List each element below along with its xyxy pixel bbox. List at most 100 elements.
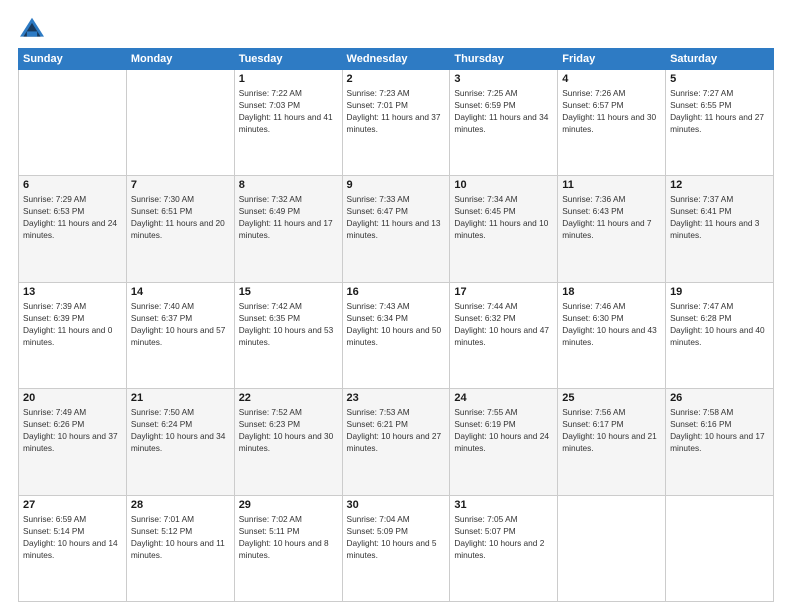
cell-1-6: 4 Sunrise: 7:26 AM Sunset: 6:57 PM Daylig… bbox=[558, 70, 666, 176]
logo-icon bbox=[18, 16, 46, 40]
day-number: 19 bbox=[670, 286, 769, 298]
day-number: 20 bbox=[23, 392, 122, 404]
page: SundayMondayTuesdayWednesdayThursdayFrid… bbox=[0, 0, 792, 612]
cell-info: Sunrise: 7:27 AM Sunset: 6:55 PM Dayligh… bbox=[670, 87, 769, 135]
cell-2-5: 10 Sunrise: 7:34 AM Sunset: 6:45 PM Dayli… bbox=[450, 176, 558, 282]
cell-info: Sunrise: 7:52 AM Sunset: 6:23 PM Dayligh… bbox=[239, 406, 338, 454]
cell-info: Sunrise: 7:29 AM Sunset: 6:53 PM Dayligh… bbox=[23, 193, 122, 241]
week-row-4: 20 Sunrise: 7:49 AM Sunset: 6:26 PM Dayli… bbox=[19, 389, 774, 495]
cell-3-7: 19 Sunrise: 7:47 AM Sunset: 6:28 PM Dayli… bbox=[666, 282, 774, 388]
cell-5-2: 28 Sunrise: 7:01 AM Sunset: 5:12 PM Dayli… bbox=[126, 495, 234, 601]
cell-info: Sunrise: 7:58 AM Sunset: 6:16 PM Dayligh… bbox=[670, 406, 769, 454]
cell-info: Sunrise: 7:04 AM Sunset: 5:09 PM Dayligh… bbox=[347, 513, 446, 561]
cell-info: Sunrise: 7:39 AM Sunset: 6:39 PM Dayligh… bbox=[23, 300, 122, 348]
cell-info: Sunrise: 7:46 AM Sunset: 6:30 PM Dayligh… bbox=[562, 300, 661, 348]
cell-info: Sunrise: 7:32 AM Sunset: 6:49 PM Dayligh… bbox=[239, 193, 338, 241]
cell-info: Sunrise: 7:05 AM Sunset: 5:07 PM Dayligh… bbox=[454, 513, 553, 561]
cell-info: Sunrise: 7:37 AM Sunset: 6:41 PM Dayligh… bbox=[670, 193, 769, 241]
day-number: 22 bbox=[239, 392, 338, 404]
cell-5-6 bbox=[558, 495, 666, 601]
cell-4-4: 23Sunrise: 7:53 AM Sunset: 6:21 PM Dayli… bbox=[342, 389, 450, 495]
day-number: 30 bbox=[347, 499, 446, 511]
cell-5-5: 31 Sunrise: 7:05 AM Sunset: 5:07 PM Dayli… bbox=[450, 495, 558, 601]
cell-info: Sunrise: 7:49 AM Sunset: 6:26 PM Dayligh… bbox=[23, 406, 122, 454]
cell-2-3: 8 Sunrise: 7:32 AM Sunset: 6:49 PM Daylig… bbox=[234, 176, 342, 282]
col-header-monday: Monday bbox=[126, 49, 234, 70]
day-number: 1 bbox=[239, 73, 338, 85]
cell-3-6: 18 Sunrise: 7:46 AM Sunset: 6:30 PM Dayli… bbox=[558, 282, 666, 388]
day-number: 9 bbox=[347, 179, 446, 191]
cell-2-4: 9 Sunrise: 7:33 AM Sunset: 6:47 PM Daylig… bbox=[342, 176, 450, 282]
cell-3-3: 15Sunrise: 7:42 AM Sunset: 6:35 PM Dayli… bbox=[234, 282, 342, 388]
cell-3-2: 14 Sunrise: 7:40 AM Sunset: 6:37 PM Dayli… bbox=[126, 282, 234, 388]
week-row-3: 13 Sunrise: 7:39 AM Sunset: 6:39 PM Dayli… bbox=[19, 282, 774, 388]
calendar-table: SundayMondayTuesdayWednesdayThursdayFrid… bbox=[18, 48, 774, 602]
cell-5-3: 29 Sunrise: 7:02 AM Sunset: 5:11 PM Dayli… bbox=[234, 495, 342, 601]
day-number: 16 bbox=[347, 286, 446, 298]
cell-3-4: 16Sunrise: 7:43 AM Sunset: 6:34 PM Dayli… bbox=[342, 282, 450, 388]
cell-3-5: 17Sunrise: 7:44 AM Sunset: 6:32 PM Dayli… bbox=[450, 282, 558, 388]
day-number: 4 bbox=[562, 73, 661, 85]
cell-1-1 bbox=[19, 70, 127, 176]
cell-info: Sunrise: 7:30 AM Sunset: 6:51 PM Dayligh… bbox=[131, 193, 230, 241]
header bbox=[18, 16, 774, 40]
cell-info: Sunrise: 7:33 AM Sunset: 6:47 PM Dayligh… bbox=[347, 193, 446, 241]
cell-2-6: 11Sunrise: 7:36 AM Sunset: 6:43 PM Dayli… bbox=[558, 176, 666, 282]
cell-2-7: 12 Sunrise: 7:37 AM Sunset: 6:41 PM Dayli… bbox=[666, 176, 774, 282]
day-number: 17 bbox=[454, 286, 553, 298]
day-number: 31 bbox=[454, 499, 553, 511]
cell-1-4: 2Sunrise: 7:23 AM Sunset: 7:01 PM Daylig… bbox=[342, 70, 450, 176]
day-number: 2 bbox=[347, 73, 446, 85]
week-row-5: 27 Sunrise: 6:59 AM Sunset: 5:14 PM Dayli… bbox=[19, 495, 774, 601]
cell-info: Sunrise: 7:26 AM Sunset: 6:57 PM Dayligh… bbox=[562, 87, 661, 135]
cell-2-2: 7 Sunrise: 7:30 AM Sunset: 6:51 PM Daylig… bbox=[126, 176, 234, 282]
cell-3-1: 13 Sunrise: 7:39 AM Sunset: 6:39 PM Dayli… bbox=[19, 282, 127, 388]
week-row-1: 1 Sunrise: 7:22 AM Sunset: 7:03 PM Daylig… bbox=[19, 70, 774, 176]
day-number: 6 bbox=[23, 179, 122, 191]
cell-info: Sunrise: 7:36 AM Sunset: 6:43 PM Dayligh… bbox=[562, 193, 661, 241]
cell-info: Sunrise: 7:22 AM Sunset: 7:03 PM Dayligh… bbox=[239, 87, 338, 135]
col-header-friday: Friday bbox=[558, 49, 666, 70]
day-number: 13 bbox=[23, 286, 122, 298]
day-number: 10 bbox=[454, 179, 553, 191]
cell-4-1: 20 Sunrise: 7:49 AM Sunset: 6:26 PM Dayli… bbox=[19, 389, 127, 495]
cell-4-5: 24Sunrise: 7:55 AM Sunset: 6:19 PM Dayli… bbox=[450, 389, 558, 495]
col-header-saturday: Saturday bbox=[666, 49, 774, 70]
cell-2-1: 6 Sunrise: 7:29 AM Sunset: 6:53 PM Daylig… bbox=[19, 176, 127, 282]
day-number: 14 bbox=[131, 286, 230, 298]
day-number: 24 bbox=[454, 392, 553, 404]
cell-info: Sunrise: 7:25 AM Sunset: 6:59 PM Dayligh… bbox=[454, 87, 553, 135]
col-header-tuesday: Tuesday bbox=[234, 49, 342, 70]
cell-4-6: 25 Sunrise: 7:56 AM Sunset: 6:17 PM Dayli… bbox=[558, 389, 666, 495]
day-number: 23 bbox=[347, 392, 446, 404]
cell-1-7: 5 Sunrise: 7:27 AM Sunset: 6:55 PM Daylig… bbox=[666, 70, 774, 176]
day-number: 28 bbox=[131, 499, 230, 511]
col-header-thursday: Thursday bbox=[450, 49, 558, 70]
logo bbox=[18, 16, 50, 40]
day-number: 27 bbox=[23, 499, 122, 511]
day-number: 12 bbox=[670, 179, 769, 191]
cell-info: Sunrise: 7:40 AM Sunset: 6:37 PM Dayligh… bbox=[131, 300, 230, 348]
cell-1-3: 1 Sunrise: 7:22 AM Sunset: 7:03 PM Daylig… bbox=[234, 70, 342, 176]
day-number: 18 bbox=[562, 286, 661, 298]
cell-1-2 bbox=[126, 70, 234, 176]
day-number: 8 bbox=[239, 179, 338, 191]
day-number: 21 bbox=[131, 392, 230, 404]
day-number: 25 bbox=[562, 392, 661, 404]
day-number: 5 bbox=[670, 73, 769, 85]
cell-info: Sunrise: 7:01 AM Sunset: 5:12 PM Dayligh… bbox=[131, 513, 230, 561]
day-number: 3 bbox=[454, 73, 553, 85]
cell-info: Sunrise: 7:56 AM Sunset: 6:17 PM Dayligh… bbox=[562, 406, 661, 454]
cell-5-1: 27 Sunrise: 6:59 AM Sunset: 5:14 PM Dayli… bbox=[19, 495, 127, 601]
cell-info: Sunrise: 7:34 AM Sunset: 6:45 PM Dayligh… bbox=[454, 193, 553, 241]
week-row-2: 6 Sunrise: 7:29 AM Sunset: 6:53 PM Daylig… bbox=[19, 176, 774, 282]
cell-info: Sunrise: 7:47 AM Sunset: 6:28 PM Dayligh… bbox=[670, 300, 769, 348]
cell-info: Sunrise: 6:59 AM Sunset: 5:14 PM Dayligh… bbox=[23, 513, 122, 561]
cell-5-4: 30 Sunrise: 7:04 AM Sunset: 5:09 PM Dayli… bbox=[342, 495, 450, 601]
cell-4-2: 21Sunrise: 7:50 AM Sunset: 6:24 PM Dayli… bbox=[126, 389, 234, 495]
day-number: 7 bbox=[131, 179, 230, 191]
day-number: 26 bbox=[670, 392, 769, 404]
header-row: SundayMondayTuesdayWednesdayThursdayFrid… bbox=[19, 49, 774, 70]
cell-info: Sunrise: 7:02 AM Sunset: 5:11 PM Dayligh… bbox=[239, 513, 338, 561]
day-number: 29 bbox=[239, 499, 338, 511]
